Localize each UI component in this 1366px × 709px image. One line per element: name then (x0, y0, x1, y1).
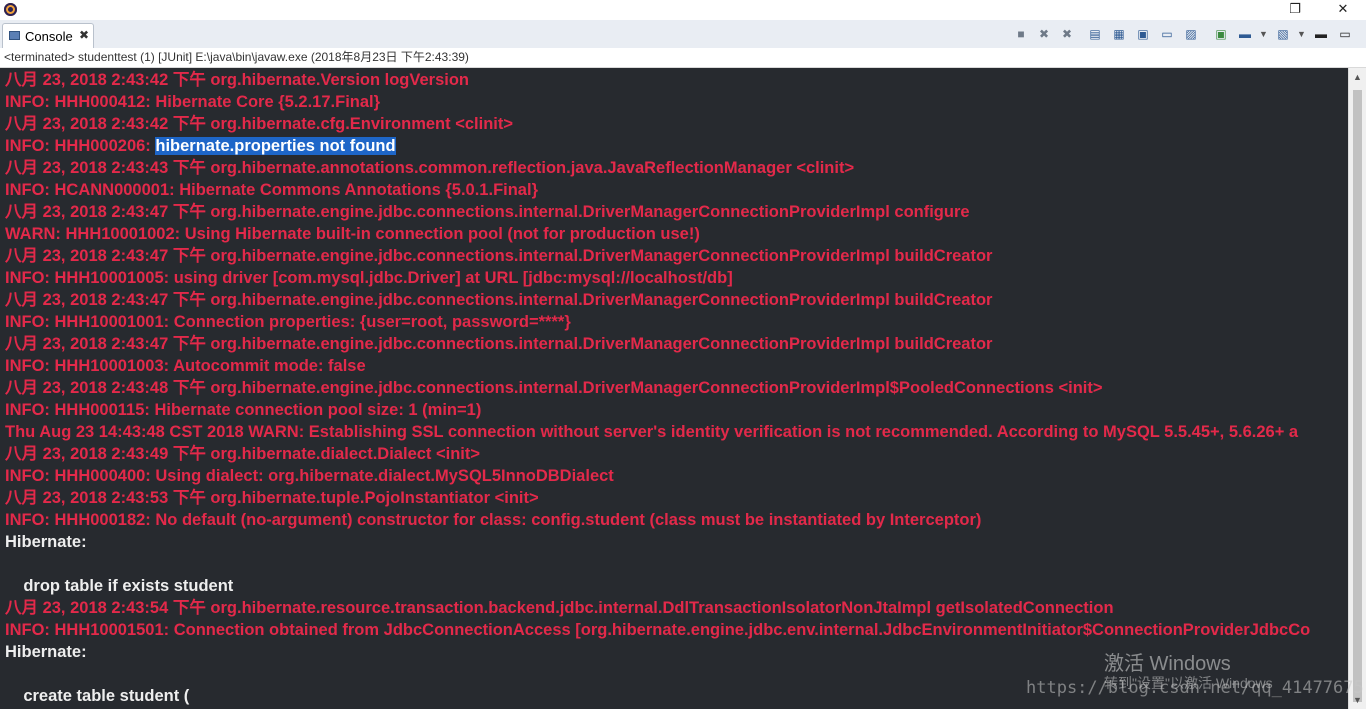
console-line: INFO: HHH10001005: using driver [com.mys… (5, 267, 733, 289)
chevron-down-icon[interactable]: ▼ (1259, 25, 1268, 43)
console-line-text: INFO: HHH10001005: using driver [com.mys… (5, 269, 733, 287)
console-line-text: INFO: HCANN000001: Hibernate Commons Ann… (5, 181, 538, 199)
console-line-text: 八月 23, 2018 2:43:42 下午 org.hibernate.Ver… (5, 71, 469, 89)
remove-launch-icon[interactable]: ✖ (1035, 25, 1053, 43)
console-line-text: WARN: HHH10001002: Using Hibernate built… (5, 225, 700, 243)
pin-console-icon[interactable]: ▨ (1182, 25, 1200, 43)
remove-all-terminated-icon[interactable]: ✖ (1058, 25, 1076, 43)
console-line: INFO: HCANN000001: Hibernate Commons Ann… (5, 179, 538, 201)
scroll-lock-icon[interactable]: ▤ (1086, 25, 1104, 43)
console-line-text: 八月 23, 2018 2:43:48 下午 org.hibernate.eng… (5, 379, 1103, 397)
console-line: INFO: HHH000115: Hibernate connection po… (5, 399, 481, 421)
console-line-text: INFO: HHH000182: No default (no-argument… (5, 511, 982, 529)
scrollbar-thumb[interactable] (1353, 90, 1362, 702)
console-line: 八月 23, 2018 2:43:43 下午 org.hibernate.ann… (5, 157, 854, 179)
console-icon (9, 31, 20, 40)
console-line-text: Hibernate: (5, 643, 87, 661)
console-line-text: Thu Aug 23 14:43:48 CST 2018 WARN: Estab… (5, 423, 1299, 441)
console-line-text: 八月 23, 2018 2:43:47 下午 org.hibernate.eng… (5, 247, 993, 265)
terminate-icon[interactable]: ■ (1012, 25, 1030, 43)
console-line-text: create table student ( (5, 687, 190, 705)
console-line-text: INFO: HHH10001501: Connection obtained f… (5, 621, 1311, 639)
console-line-text: 八月 23, 2018 2:43:47 下午 org.hibernate.eng… (5, 203, 970, 221)
console-line-text: 八月 23, 2018 2:43:43 下午 org.hibernate.ann… (5, 159, 855, 177)
console-line-text: Hibernate: (5, 533, 87, 551)
console-line: 八月 23, 2018 2:43:53 下午 org.hibernate.tup… (5, 487, 539, 509)
console-line: INFO: HHH10001003: Autocommit mode: fals… (5, 355, 366, 377)
show-console-on-stdout-icon[interactable]: ▣ (1134, 25, 1152, 43)
console-line-text: INFO: HHH000412: Hibernate Core {5.2.17.… (5, 93, 381, 111)
console-line: create table student ( (5, 685, 189, 707)
console-line-text: 八月 23, 2018 2:43:49 下午 org.hibernate.dia… (5, 445, 481, 463)
console-line: 八月 23, 2018 2:43:47 下午 org.hibernate.eng… (5, 201, 970, 223)
console-line: 八月 23, 2018 2:43:47 下午 org.hibernate.eng… (5, 245, 992, 267)
selected-text: hibernate.properties not found (155, 137, 396, 155)
console-line-text: INFO: HHH10001003: Autocommit mode: fals… (5, 357, 366, 375)
title-bar: ❐ ✕ (0, 0, 1366, 20)
console-line: INFO: HHH000206: hibernate.properties no… (5, 135, 396, 157)
restore-window-button[interactable]: ❐ (1272, 0, 1318, 20)
tab-console[interactable]: Console ✖ (2, 23, 94, 48)
console-line: Hibernate: (5, 531, 87, 553)
console-line-text: INFO: HHH000206: (5, 137, 156, 155)
console-line-text: INFO: HHH000400: Using dialect: org.hibe… (5, 467, 614, 485)
maximize-icon[interactable]: ▭ (1336, 25, 1354, 43)
scroll-up-icon[interactable]: ▲ (1349, 68, 1366, 86)
console-line: 八月 23, 2018 2:43:42 下午 org.hibernate.Ver… (5, 69, 469, 91)
console-line: INFO: HHH10001501: Connection obtained f… (5, 619, 1310, 641)
console-line-text: 八月 23, 2018 2:43:54 下午 org.hibernate.res… (5, 599, 1114, 617)
console-line: 八月 23, 2018 2:43:47 下午 org.hibernate.eng… (5, 333, 992, 355)
console-line-text: 八月 23, 2018 2:43:47 下午 org.hibernate.eng… (5, 335, 993, 353)
console-status-line: <terminated> studenttest (1) [JUnit] E:\… (0, 48, 1366, 68)
console-line: 八月 23, 2018 2:43:42 下午 org.hibernate.cfg… (5, 113, 513, 135)
console-line: 八月 23, 2018 2:43:49 下午 org.hibernate.dia… (5, 443, 480, 465)
console-line-text: 八月 23, 2018 2:43:53 下午 org.hibernate.tup… (5, 489, 539, 507)
console-line: INFO: HHH000182: No default (no-argument… (5, 509, 981, 531)
close-tab-icon[interactable]: ✖ (79, 28, 89, 42)
open-console-icon[interactable]: ▬ (1236, 25, 1254, 43)
show-console-on-stderr-icon[interactable]: ▭ (1158, 25, 1176, 43)
console-line: INFO: HHH10001001: Connection properties… (5, 311, 571, 333)
console-line: INFO: HHH000412: Hibernate Core {5.2.17.… (5, 91, 380, 113)
close-window-button[interactable]: ✕ (1320, 0, 1366, 20)
console-line: drop table if exists student (5, 575, 233, 597)
console-line-text: INFO: HHH10001001: Connection properties… (5, 313, 571, 331)
minimize-icon[interactable]: ▬ (1312, 25, 1330, 43)
console-output[interactable]: 八月 23, 2018 2:43:42 下午 org.hibernate.Ver… (0, 68, 1348, 709)
console-line: INFO: HHH000400: Using dialect: org.hibe… (5, 465, 614, 487)
console-line: Thu Aug 23 14:43:48 CST 2018 WARN: Estab… (5, 421, 1298, 443)
display-selected-console-icon[interactable]: ▣ (1212, 25, 1230, 43)
console-line: WARN: HHH10001002: Using Hibernate built… (5, 223, 700, 245)
eclipse-app-icon (4, 3, 17, 16)
word-wrap-icon[interactable]: ▦ (1110, 25, 1128, 43)
vertical-scrollbar[interactable]: ▲ ▼ (1348, 68, 1366, 709)
tab-console-label: Console (25, 29, 73, 44)
console-line: 八月 23, 2018 2:43:54 下午 org.hibernate.res… (5, 597, 1114, 619)
console-line-text: 八月 23, 2018 2:43:47 下午 org.hibernate.eng… (5, 291, 993, 309)
console-line: Hibernate: (5, 641, 87, 663)
console-line: 八月 23, 2018 2:43:47 下午 org.hibernate.eng… (5, 289, 992, 311)
csdn-watermark: https://blog.csdn.net/qq_41477675 (1026, 678, 1364, 698)
console-line-text: drop table if exists student (5, 577, 234, 595)
chevron-down-icon[interactable]: ▼ (1297, 25, 1306, 43)
activate-windows-title: 激活 Windows (1104, 653, 1231, 675)
console-line-text: INFO: HHH000115: Hibernate connection po… (5, 401, 482, 419)
process-status-text: <terminated> studenttest (1) [JUnit] E:\… (4, 50, 469, 64)
console-line-text: 八月 23, 2018 2:43:42 下午 org.hibernate.cfg… (5, 115, 513, 133)
console-line: 八月 23, 2018 2:43:48 下午 org.hibernate.eng… (5, 377, 1103, 399)
new-console-icon[interactable]: ▧ (1274, 25, 1292, 43)
